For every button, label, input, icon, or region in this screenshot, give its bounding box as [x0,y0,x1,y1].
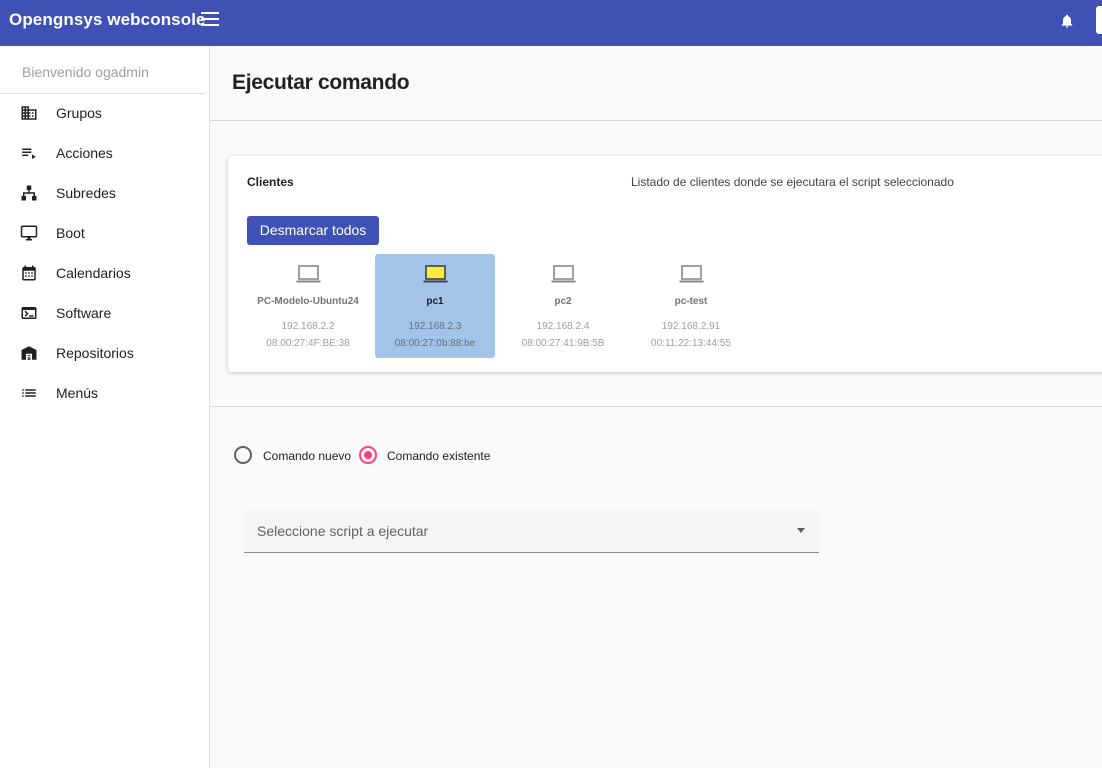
client-item[interactable]: pc-test 192.168.2.91 00:11:22:13:44:55 [631,254,751,358]
clients-card: Clientes Listado de clientes donde se ej… [228,156,1102,372]
unselect-all-button[interactable]: Desmarcar todos [247,216,379,245]
sidebar-item-boot[interactable]: Boot [0,213,205,253]
welcome-text: Bienvenido ogadmin [22,64,149,80]
script-select-placeholder: Seleccione script a ejecutar [257,523,429,539]
sidebar-item-repositorios[interactable]: Repositorios [0,333,205,373]
client-name: PC-Modelo-Ubuntu24 [257,296,359,307]
client-name: pc2 [554,296,572,307]
list-icon [22,389,36,397]
monitor-icon [20,225,38,241]
radio-label[interactable]: Comando nuevo [263,449,351,463]
radio-comando-existente[interactable] [359,446,377,464]
playlist-icon [22,148,36,159]
client-item-selected[interactable]: pc1 192.168.2.3 08:00:27:0b:88:be [375,254,495,358]
client-ip: 192.168.2.3 [408,321,462,332]
client-name: pc-test [674,296,708,307]
radio-comando-nuevo[interactable] [234,446,252,464]
calendar-icon [22,265,36,281]
sidebar-item-acciones[interactable]: Acciones [0,133,205,173]
client-mac: 08:00:27:4F:BE:38 [266,338,350,349]
client-mac: 00:11:22:13:44:55 [651,338,731,349]
client-mac: 08:00:27:41:9B:5B [521,338,605,349]
client-name: pc1 [426,296,444,307]
sidebar-item-label: Subredes [56,185,116,201]
bell-icon[interactable] [1059,12,1075,30]
sidebar: Bienvenido ogadmin Grupos Acciones Subre… [0,46,210,768]
sidebar-item-label: Repositorios [56,345,134,361]
sidebar-item-label: Boot [56,225,85,241]
client-ip: 192.168.2.4 [536,321,590,332]
building-icon [21,106,37,120]
dropdown-arrow-icon [797,528,805,533]
laptop-icon [551,265,576,283]
top-toolbar: Opengnsys webconsole [0,0,1102,46]
clients-description: Listado de clientes donde se ejecutara e… [631,175,954,189]
laptop-icon [423,265,448,283]
script-select[interactable]: Seleccione script a ejecutar [244,510,819,553]
client-ip: 192.168.2.2 [281,321,335,332]
radio-label[interactable]: Comando existente [387,449,490,463]
console-icon [21,307,37,319]
page-title: Ejecutar comando [232,71,410,94]
client-item[interactable]: PC-Modelo-Ubuntu24 192.168.2.2 08:00:27:… [248,254,368,358]
sidebar-item-menus[interactable]: Menús [0,373,205,413]
sidebar-item-grupos[interactable]: Grupos [0,93,205,133]
sidebar-item-label: Acciones [56,145,113,161]
sitemap-icon [21,185,37,201]
warehouse-icon [21,346,37,360]
hamburger-menu-icon[interactable] [201,12,219,26]
sidebar-item-software[interactable]: Software [0,293,205,333]
sidebar-item-subredes[interactable]: Subredes [0,173,205,213]
divider [210,406,1102,407]
account-button[interactable] [1096,6,1102,34]
sidebar-item-label: Menús [56,385,99,401]
client-mac: 08:00:27:0b:88:be [394,338,476,349]
divider [210,120,1102,121]
laptop-icon [679,265,704,283]
sidebar-item-calendarios[interactable]: Calendarios [0,253,205,293]
client-item[interactable]: pc2 192.168.2.4 08:00:27:41:9B:5B [503,254,623,358]
client-ip: 192.168.2.91 [661,321,721,332]
sidebar-item-label: Software [56,305,112,321]
clients-label: Clientes [247,175,294,189]
sidebar-item-label: Calendarios [56,265,131,281]
sidebar-item-label: Grupos [56,105,102,121]
laptop-icon [296,265,321,283]
app-title: Opengnsys webconsole [9,10,206,29]
